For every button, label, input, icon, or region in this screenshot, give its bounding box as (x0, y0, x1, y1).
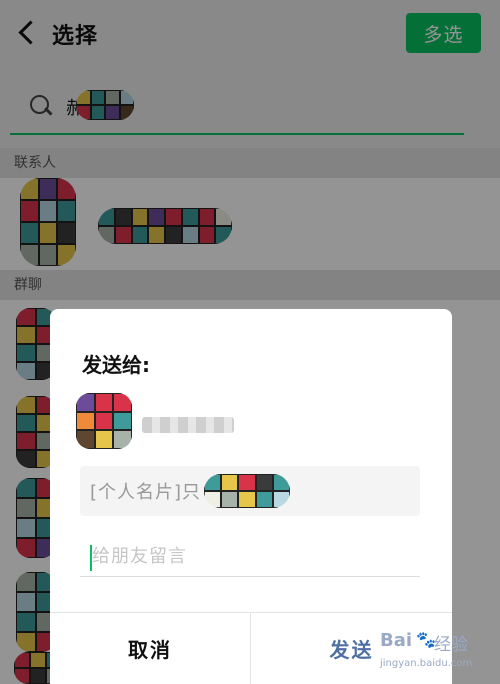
dialog-title: 发送给: (82, 353, 150, 377)
watermark-url: jingyan.baidu.com (380, 658, 473, 669)
paw-icon: 🐾 (416, 630, 436, 649)
cancel-button[interactable]: 取消 (50, 613, 250, 684)
card-name-mosaic (204, 474, 290, 508)
baidu-watermark: Bai 🐾 经验 jingyan.baidu.com (360, 628, 500, 680)
recipient-avatar (76, 393, 132, 449)
watermark-brand: Bai (380, 630, 413, 651)
text-cursor (90, 545, 92, 571)
card-preview-text: [个人名片]只 (90, 482, 202, 503)
card-preview: [个人名片]只 (80, 466, 420, 516)
watermark-brand-suffix: 经验 (434, 635, 468, 655)
message-input[interactable] (80, 537, 420, 577)
recipient-name-blurred (142, 417, 234, 433)
